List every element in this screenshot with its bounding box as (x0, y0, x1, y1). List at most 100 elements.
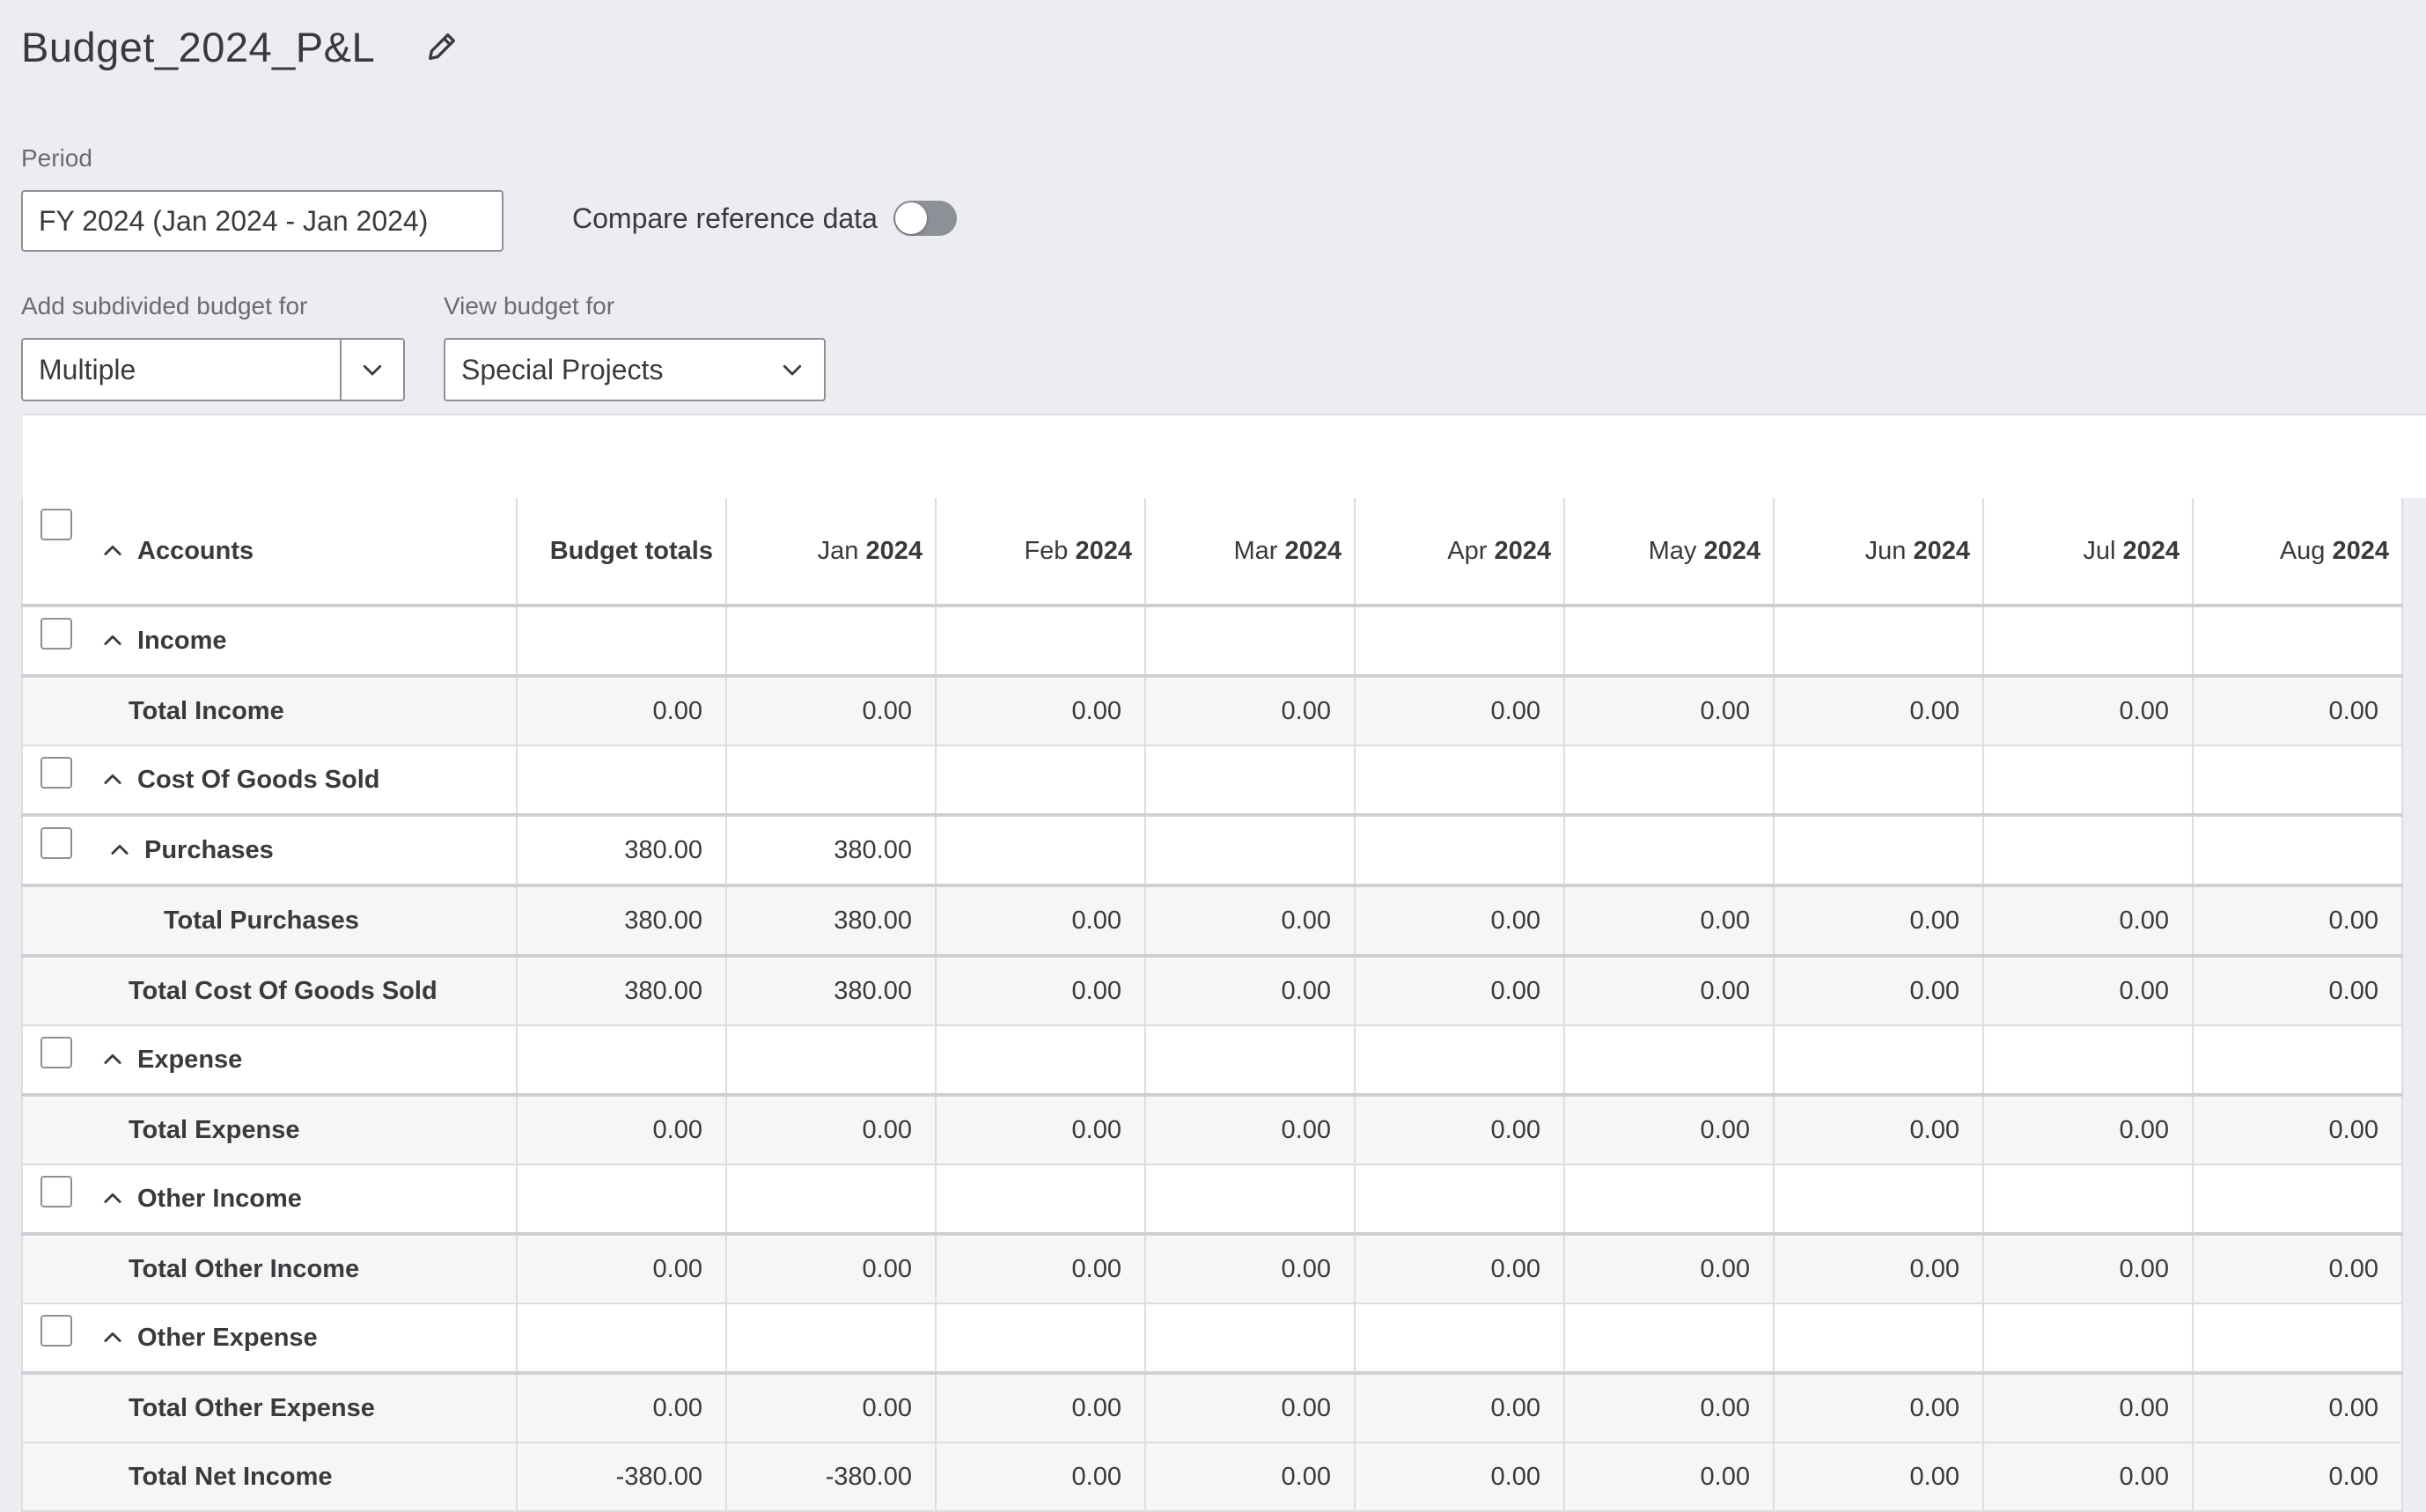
month-value-cell: 0.00 (1774, 1442, 1984, 1512)
row-checkbox[interactable] (40, 1037, 72, 1068)
row-checkbox[interactable] (40, 757, 72, 789)
row-checkbox[interactable] (40, 1176, 72, 1207)
chevron-up-icon[interactable] (100, 539, 127, 563)
account-label: Other Expense (137, 1323, 318, 1352)
subdivided-label: Add subdivided budget for (21, 292, 308, 319)
view-budget-select[interactable]: Special Projects (444, 338, 826, 401)
period-field[interactable]: FY 2024 (Jan 2024 - Jan 2024) (21, 190, 504, 252)
month-value-cell: 0.00 (726, 1234, 937, 1304)
chevron-up-icon[interactable] (100, 1047, 127, 1072)
month-value-cell (2193, 606, 2403, 678)
month-value-cell (2193, 745, 2403, 817)
month-header: Mar 2024 (1145, 498, 1356, 607)
month-value-cell: 0.00 (936, 885, 1146, 958)
row-checkbox[interactable] (40, 618, 72, 650)
month-name: Feb (1024, 536, 1069, 565)
budget-total-cell (517, 1025, 727, 1097)
month-header: May 2024 (1564, 498, 1775, 607)
month-year: 2024 (1703, 536, 1761, 565)
month-value-cell[interactable] (2193, 815, 2403, 887)
total-label: Total Cost Of Goods Sold (129, 976, 437, 1005)
month-value-cell (1564, 606, 1775, 678)
month-value-cell: 0.00 (1355, 1373, 1565, 1443)
month-value-cell: 0.00 (1355, 956, 1565, 1026)
month-value-cell (1983, 1303, 2194, 1375)
budget-table: Accounts Budget totals Jan 2024 Feb 2024… (21, 498, 2403, 1512)
month-value-cell: 0.00 (1564, 1442, 1775, 1512)
month-value-cell (1564, 1303, 1775, 1375)
month-value-cell: 380.00 (726, 885, 937, 958)
table-row: Expense (21, 1025, 2403, 1097)
month-name: Aug (2279, 536, 2326, 565)
month-value-cell[interactable] (1564, 815, 1775, 887)
month-value-cell: 0.00 (1564, 1095, 1775, 1165)
accounts-header: Accounts (21, 498, 518, 607)
month-value-cell (1774, 1303, 1984, 1375)
period-label: Period (21, 144, 92, 172)
month-value-cell (1774, 745, 1984, 817)
month-name: Mar (1233, 536, 1278, 565)
month-value-cell: 0.00 (1355, 885, 1565, 958)
month-value-cell[interactable] (1355, 815, 1565, 887)
month-name: Jun (1864, 536, 1907, 565)
account-label: Purchases (144, 835, 274, 864)
month-value-cell: 0.00 (2193, 1442, 2403, 1512)
month-value-cell: 0.00 (1983, 1095, 2194, 1165)
chevron-up-icon[interactable] (100, 1186, 127, 1211)
budget-total-cell (517, 1164, 727, 1236)
month-value-cell: 0.00 (1145, 676, 1356, 746)
month-value-cell: 0.00 (1983, 1234, 2194, 1304)
month-value-cell[interactable]: 380.00 (726, 815, 937, 887)
month-value-cell: 0.00 (1983, 956, 2194, 1026)
month-year: 2024 (1494, 536, 1551, 565)
chevron-up-icon[interactable] (100, 1325, 127, 1350)
month-value-cell (1355, 1025, 1565, 1097)
month-header: Aug 2024 (2193, 498, 2403, 607)
month-value-cell (2193, 1025, 2403, 1097)
month-value-cell (1145, 1303, 1356, 1375)
pencil-icon[interactable] (423, 27, 461, 66)
month-value-cell (1145, 1025, 1356, 1097)
chevron-up-icon[interactable] (100, 767, 127, 792)
budget-total-cell: 0.00 (517, 1234, 727, 1304)
month-year: 2024 (1075, 536, 1132, 565)
month-value-cell[interactable] (1774, 815, 1984, 887)
month-value-cell: 0.00 (1564, 1234, 1775, 1304)
chevron-down-icon[interactable] (340, 340, 403, 400)
month-value-cell (1983, 606, 2194, 678)
month-header: Jun 2024 (1774, 498, 1984, 607)
page-header: Budget_2024_P&L (21, 16, 461, 77)
chevron-up-icon[interactable] (107, 838, 134, 862)
account-cell: Expense (21, 1025, 518, 1097)
month-value-cell: 0.00 (1145, 1234, 1356, 1304)
month-value-cell: 0.00 (1355, 1442, 1565, 1512)
chevron-up-icon[interactable] (100, 628, 127, 653)
row-checkbox[interactable] (40, 827, 72, 859)
budget-total-cell[interactable]: 380.00 (517, 815, 727, 887)
month-value-cell: 0.00 (2193, 676, 2403, 746)
month-value-cell[interactable] (1145, 815, 1356, 887)
row-checkbox[interactable] (40, 1315, 72, 1347)
month-value-cell: 0.00 (1355, 676, 1565, 746)
month-value-cell: 0.00 (1564, 956, 1775, 1026)
compare-toggle[interactable] (893, 201, 957, 236)
account-cell: Total Purchases (21, 885, 518, 958)
table-row: Income (21, 606, 2403, 678)
month-value-cell: 0.00 (1145, 956, 1356, 1026)
month-value-cell (1145, 606, 1356, 678)
month-name: Apr (1447, 536, 1488, 565)
month-value-cell[interactable] (1983, 815, 2194, 887)
select-all-checkbox[interactable] (40, 509, 72, 540)
month-value-cell: 0.00 (936, 676, 1146, 746)
subdivided-select[interactable]: Multiple (21, 338, 405, 401)
month-value-cell: 0.00 (1983, 1442, 2194, 1512)
budget-total-cell (517, 606, 727, 678)
month-value-cell (1355, 745, 1565, 817)
total-label: Total Purchases (164, 906, 359, 935)
month-value-cell: 0.00 (1145, 1373, 1356, 1443)
month-value-cell (1145, 1164, 1356, 1236)
month-value-cell[interactable] (936, 815, 1146, 887)
month-value-cell: 380.00 (726, 956, 937, 1026)
month-value-cell: 0.00 (726, 1373, 937, 1443)
total-label: Total Net Income (129, 1462, 333, 1491)
